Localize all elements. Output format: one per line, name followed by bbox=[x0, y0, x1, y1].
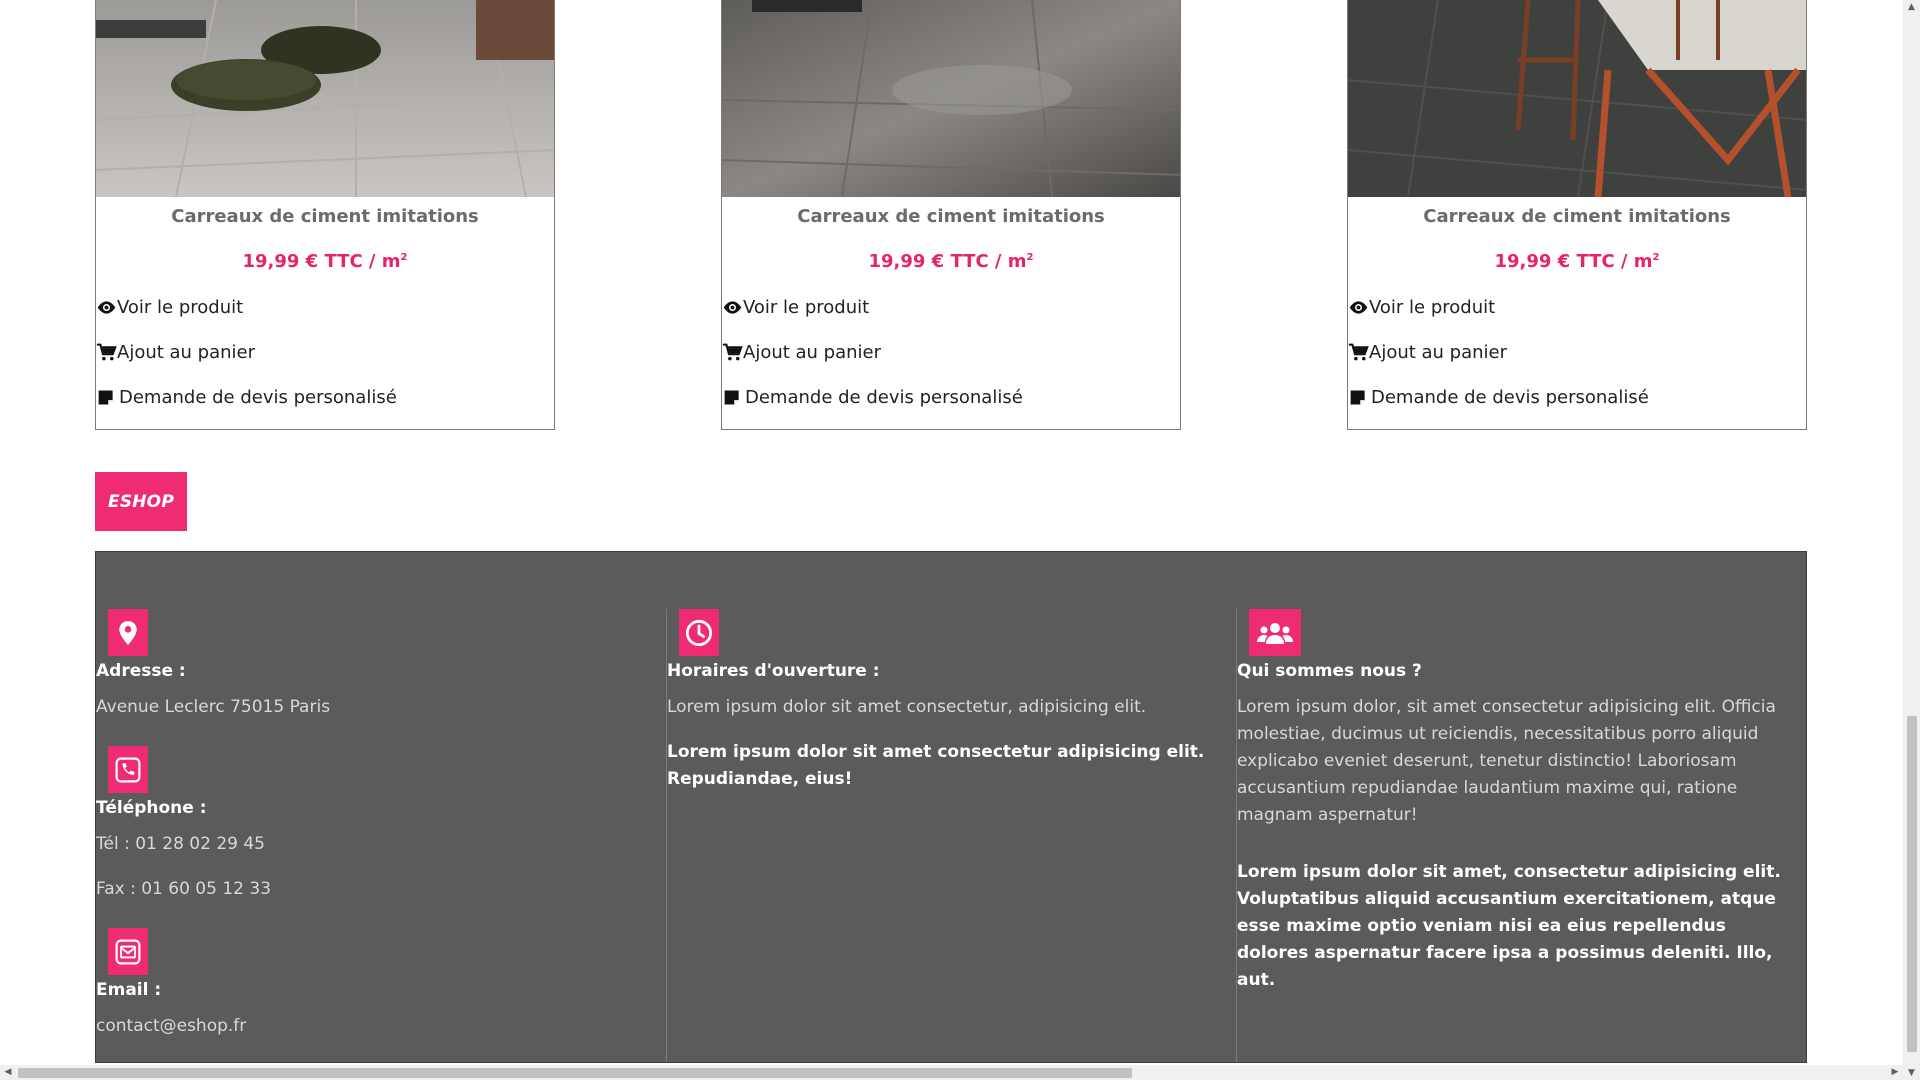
horizontal-scrollbar[interactable]: ◀ ▶ bbox=[0, 1065, 1903, 1080]
vertical-scrollbar[interactable]: ▲ ▼ bbox=[1903, 0, 1920, 1080]
about-heading: Qui sommes nous ? bbox=[1237, 661, 1422, 681]
fax-number: Fax : 01 60 05 12 33 bbox=[96, 879, 272, 899]
hours-bold-text: Lorem ipsum dolor sit amet consectetur a… bbox=[667, 742, 1205, 789]
scroll-left-arrow-icon[interactable]: ◀ bbox=[0, 1065, 16, 1080]
address-text: Avenue Leclerc 75015 Paris bbox=[96, 697, 331, 717]
address-heading: Adresse : bbox=[96, 661, 186, 681]
product-image[interactable] bbox=[722, 0, 1180, 197]
eye-icon bbox=[1349, 301, 1368, 314]
view-product-link[interactable]: Voir le produit bbox=[96, 297, 243, 318]
view-product-link[interactable]: Voir le produit bbox=[1348, 297, 1495, 318]
cart-icon bbox=[1348, 343, 1369, 361]
envelope-icon bbox=[108, 928, 148, 975]
add-to-cart-label: Ajout au panier bbox=[117, 342, 256, 363]
eye-icon bbox=[97, 301, 116, 314]
note-icon bbox=[98, 390, 113, 405]
product-card: Carreaux de ciment imitations 19,99 € TT… bbox=[721, 0, 1181, 430]
eye-icon bbox=[723, 301, 742, 314]
eshop-button[interactable]: ESHOP bbox=[95, 472, 187, 531]
view-product-label: Voir le produit bbox=[117, 297, 244, 318]
view-product-label: Voir le produit bbox=[1369, 297, 1496, 318]
note-icon bbox=[1350, 390, 1365, 405]
clock-icon bbox=[679, 609, 719, 656]
footer-panel: Adresse : Avenue Leclerc 75015 Paris Tél… bbox=[95, 551, 1807, 1063]
view-product-label: Voir le produit bbox=[743, 297, 870, 318]
vertical-scrollbar-thumb[interactable] bbox=[1907, 716, 1917, 1052]
product-image[interactable] bbox=[1348, 0, 1806, 197]
product-card: Carreaux de ciment imitations 19,99 € TT… bbox=[1347, 0, 1807, 430]
hours-heading: Horaires d'ouverture : bbox=[667, 661, 880, 681]
users-icon bbox=[1249, 609, 1301, 656]
quote-request-label: Demande de devis personalisé bbox=[119, 387, 397, 408]
map-pin-icon bbox=[108, 609, 148, 656]
hours-text: Lorem ipsum dolor sit amet consectetur, … bbox=[667, 697, 1147, 717]
horizontal-scrollbar-thumb[interactable] bbox=[18, 1068, 1132, 1078]
telephone-number: Tél : 01 28 02 29 45 bbox=[96, 834, 265, 854]
product-image[interactable] bbox=[96, 0, 554, 197]
footer-hours-column: Horaires d'ouverture : Lorem ipsum dolor… bbox=[666, 609, 1237, 1062]
scroll-up-arrow-icon[interactable]: ▲ bbox=[1903, 0, 1920, 14]
phone-heading: Téléphone : bbox=[96, 798, 207, 818]
add-to-cart-label: Ajout au panier bbox=[1369, 342, 1508, 363]
product-price: 19,99 € TTC / m2 bbox=[1494, 251, 1660, 272]
quote-request-label: Demande de devis personalisé bbox=[1371, 387, 1649, 408]
add-to-cart-link[interactable]: Ajout au panier bbox=[722, 342, 881, 363]
scroll-down-arrow-icon[interactable]: ▼ bbox=[1903, 1066, 1920, 1080]
email-heading: Email : bbox=[96, 980, 162, 1000]
footer-about-column: Qui sommes nous ? Lorem ipsum dolor, sit… bbox=[1236, 609, 1807, 1062]
product-title: Carreaux de ciment imitations bbox=[171, 206, 479, 227]
add-to-cart-link[interactable]: Ajout au panier bbox=[96, 342, 255, 363]
product-title: Carreaux de ciment imitations bbox=[797, 206, 1105, 227]
about-bold-text: Lorem ipsum dolor sit amet, consectetur … bbox=[1237, 862, 1781, 990]
quote-request-label: Demande de devis personalisé bbox=[745, 387, 1023, 408]
phone-icon bbox=[108, 746, 148, 793]
note-icon bbox=[724, 390, 739, 405]
product-price: 19,99 € TTC / m2 bbox=[242, 251, 408, 272]
email-address[interactable]: contact@eshop.fr bbox=[96, 1013, 246, 1040]
product-card: Carreaux de ciment imitations 19,99 € TT… bbox=[95, 0, 555, 430]
scroll-right-arrow-icon[interactable]: ▶ bbox=[1887, 1065, 1903, 1080]
product-title: Carreaux de ciment imitations bbox=[1423, 206, 1731, 227]
quote-request-link[interactable]: Demande de devis personalisé bbox=[1348, 387, 1649, 408]
add-to-cart-link[interactable]: Ajout au panier bbox=[1348, 342, 1507, 363]
cart-icon bbox=[722, 343, 743, 361]
about-text: Lorem ipsum dolor, sit amet consectetur … bbox=[1237, 697, 1776, 825]
view-product-link[interactable]: Voir le produit bbox=[722, 297, 869, 318]
footer-contact-column: Adresse : Avenue Leclerc 75015 Paris Tél… bbox=[96, 609, 666, 1062]
quote-request-link[interactable]: Demande de devis personalisé bbox=[722, 387, 1023, 408]
cart-icon bbox=[96, 343, 117, 361]
add-to-cart-label: Ajout au panier bbox=[743, 342, 882, 363]
quote-request-link[interactable]: Demande de devis personalisé bbox=[96, 387, 397, 408]
product-price: 19,99 € TTC / m2 bbox=[868, 251, 1034, 272]
